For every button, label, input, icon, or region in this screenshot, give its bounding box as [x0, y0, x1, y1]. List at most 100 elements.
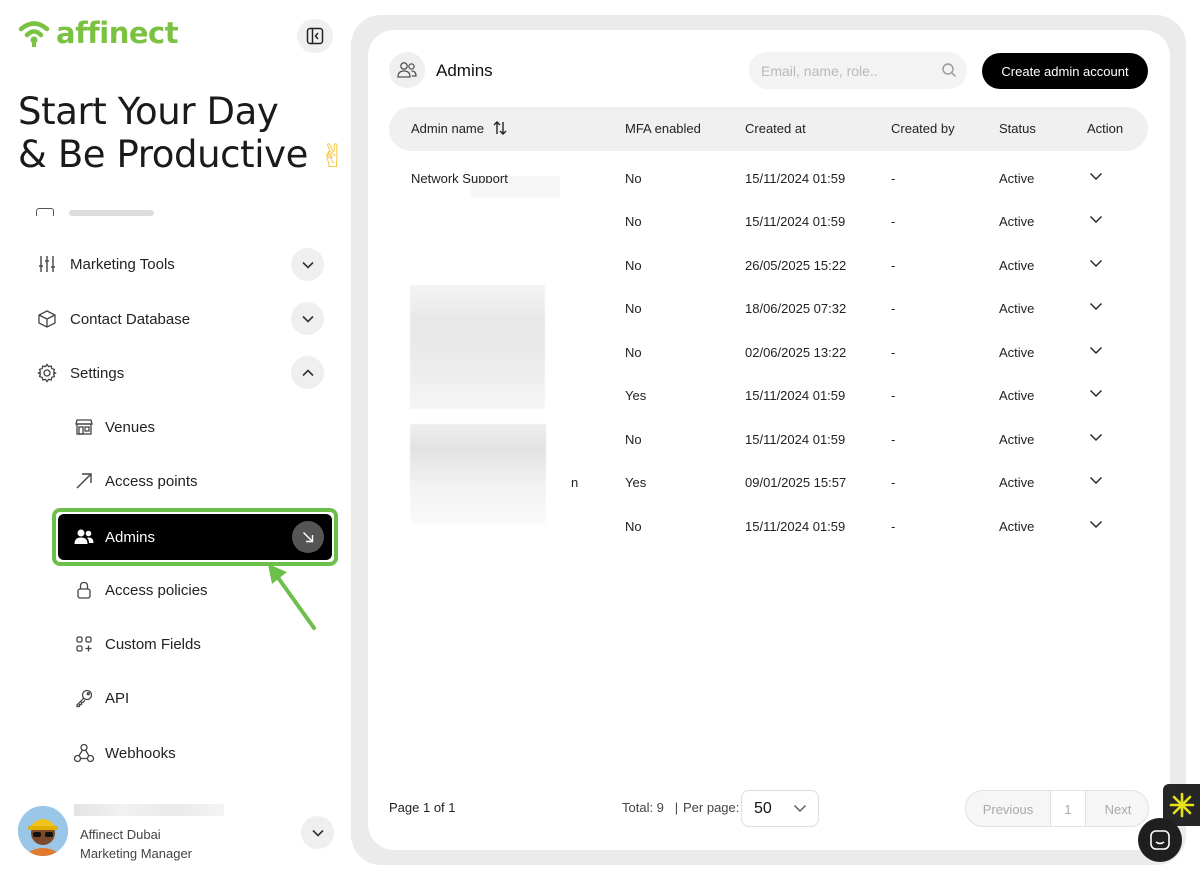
row-action-chevron-icon[interactable] — [1089, 476, 1103, 485]
column-header-created-at[interactable]: Created at — [745, 121, 806, 136]
page-number-button[interactable]: 1 — [1050, 791, 1086, 826]
sidebar-collapse-icon — [306, 27, 324, 45]
collapse-sidebar-button[interactable] — [297, 19, 333, 53]
per-page-select[interactable]: 50 — [741, 790, 819, 827]
cell-mfa: No — [625, 258, 642, 273]
separator: | — [674, 800, 679, 815]
cell-created-by: - — [891, 388, 896, 403]
row-action-chevron-icon[interactable] — [1089, 172, 1103, 181]
grid-plus-icon — [73, 633, 95, 655]
row-action-chevron-icon[interactable] — [1089, 389, 1103, 398]
cell-mfa: No — [625, 519, 642, 534]
page-indicator: Page 1 of 1 — [389, 800, 456, 815]
table-row[interactable]: Yes 15/11/2024 01:59 - Active — [389, 381, 1148, 411]
sidebar-item-label: Marketing Tools — [70, 255, 175, 273]
sidebar-subitem-access-points[interactable]: Access points — [73, 464, 198, 498]
table-row[interactable]: Network Support No 15/11/2024 01:59 - Ac… — [389, 164, 1148, 194]
row-action-chevron-icon[interactable] — [1089, 259, 1103, 268]
cell-created-at: 15/11/2024 01:59 — [745, 388, 846, 403]
cell-created-by: - — [891, 301, 896, 316]
sort-icon[interactable] — [492, 120, 508, 136]
chevron-down-icon — [311, 829, 324, 837]
chevron-down-icon — [794, 805, 806, 812]
search-input[interactable] — [761, 52, 931, 89]
table-header: Admin name MFA enabled Created at Create… — [389, 107, 1148, 151]
table-row[interactable]: No 15/11/2024 01:59 - Active — [389, 512, 1148, 542]
sidebar-item-partial[interactable] — [36, 204, 156, 216]
expand-marketing-tools-button[interactable] — [291, 248, 324, 281]
headline-line-2: & Be Productive — [18, 133, 308, 176]
sidebar-subitem-label: API — [105, 689, 130, 707]
table-row[interactable]: No 18/06/2025 07:32 - Active — [389, 294, 1148, 324]
row-action-chevron-icon[interactable] — [1089, 346, 1103, 355]
previous-page-button[interactable]: Previous — [966, 791, 1050, 826]
sidebar-subitem-venues[interactable]: Venues — [73, 410, 155, 444]
table-row[interactable]: No 02/06/2025 13:22 - Active — [389, 338, 1148, 368]
cell-mfa: Yes — [625, 475, 647, 490]
gear-icon — [36, 362, 58, 384]
chat-support-button[interactable] — [1138, 818, 1182, 862]
column-header-status[interactable]: Status — [999, 121, 1036, 136]
sidebar-subitem-label: Admins — [105, 528, 156, 546]
per-page-value: 50 — [754, 800, 772, 817]
row-action-chevron-icon[interactable] — [1089, 302, 1103, 311]
user-menu-button[interactable] — [301, 816, 334, 849]
cell-created-at: 15/11/2024 01:59 — [745, 171, 846, 186]
sidebar-item-contact-database[interactable]: Contact Database — [36, 302, 190, 336]
cell-status: Active — [999, 171, 1035, 186]
sliders-icon — [36, 253, 58, 275]
table-row[interactable]: No 15/11/2024 01:59 - Active — [389, 207, 1148, 237]
users-icon — [73, 526, 95, 548]
chevron-up-icon — [301, 368, 314, 376]
user-company: Affinect Dubai — [80, 827, 161, 842]
sidebar-item-label: Contact Database — [70, 310, 191, 328]
cell-mfa: No — [625, 301, 642, 316]
collapse-settings-button[interactable] — [291, 356, 324, 389]
sidebar-subitem-api[interactable]: API — [73, 681, 129, 715]
sidebar-subitem-label: Webhooks — [105, 744, 176, 762]
cell-status: Active — [999, 214, 1035, 229]
sidebar-item-marketing-tools[interactable]: Marketing Tools — [36, 247, 175, 281]
table-row[interactable]: n Yes 09/01/2025 15:57 - Active — [389, 468, 1148, 498]
sidebar-subitem-webhooks[interactable]: Webhooks — [73, 736, 176, 770]
sidebar-subitem-label: Custom Fields — [105, 635, 201, 653]
cell-created-by: - — [891, 258, 896, 273]
sidebar-subitem-custom-fields[interactable]: Custom Fields — [73, 627, 201, 661]
total-count: Total: 9 | — [622, 800, 678, 815]
table-row[interactable]: No 15/11/2024 01:59 - Active — [389, 425, 1148, 455]
user-profile[interactable]: Affinect Dubai Marketing Manager — [18, 800, 338, 870]
row-action-chevron-icon[interactable] — [1089, 215, 1103, 224]
column-header-admin-name[interactable]: Admin name — [411, 121, 484, 136]
cell-status: Active — [999, 519, 1035, 534]
search-icon[interactable] — [941, 62, 957, 78]
pagination: Previous 1 Next — [965, 790, 1149, 827]
chat-icon — [1150, 830, 1170, 850]
brand-logo[interactable]: affinect — [18, 16, 179, 50]
table-row[interactable]: No 26/05/2025 15:22 - Active — [389, 251, 1148, 281]
row-action-chevron-icon[interactable] — [1089, 520, 1103, 529]
cell-mfa: No — [625, 171, 642, 186]
column-header-mfa[interactable]: MFA enabled — [625, 121, 701, 136]
sidebar-item-settings[interactable]: Settings — [36, 356, 124, 390]
annotation-arrow-icon — [268, 564, 316, 630]
search-box[interactable] — [749, 52, 967, 89]
sidebar-subitem-access-policies[interactable]: Access policies — [73, 573, 208, 607]
cell-status: Active — [999, 301, 1035, 316]
next-page-button[interactable]: Next — [1086, 791, 1148, 826]
cell-created-at: 15/11/2024 01:59 — [745, 432, 846, 447]
sidebar-subitem-admins[interactable]: Admins — [58, 514, 332, 560]
cell-created-by: - — [891, 432, 896, 447]
cell-created-at: 02/06/2025 13:22 — [745, 345, 847, 360]
wifi-logo-icon — [18, 21, 50, 47]
store-icon — [73, 416, 95, 438]
create-admin-account-button[interactable]: Create admin account — [982, 53, 1148, 89]
row-action-chevron-icon[interactable] — [1089, 433, 1103, 442]
per-page-label: Per page: — [683, 800, 740, 815]
users-outline-icon — [389, 52, 425, 88]
expand-contact-database-button[interactable] — [291, 302, 324, 335]
cell-mfa: No — [625, 345, 642, 360]
cell-created-by: - — [891, 345, 896, 360]
cell-status: Active — [999, 388, 1035, 403]
sparkle-icon — [1169, 792, 1194, 818]
column-header-created-by[interactable]: Created by — [891, 121, 955, 136]
